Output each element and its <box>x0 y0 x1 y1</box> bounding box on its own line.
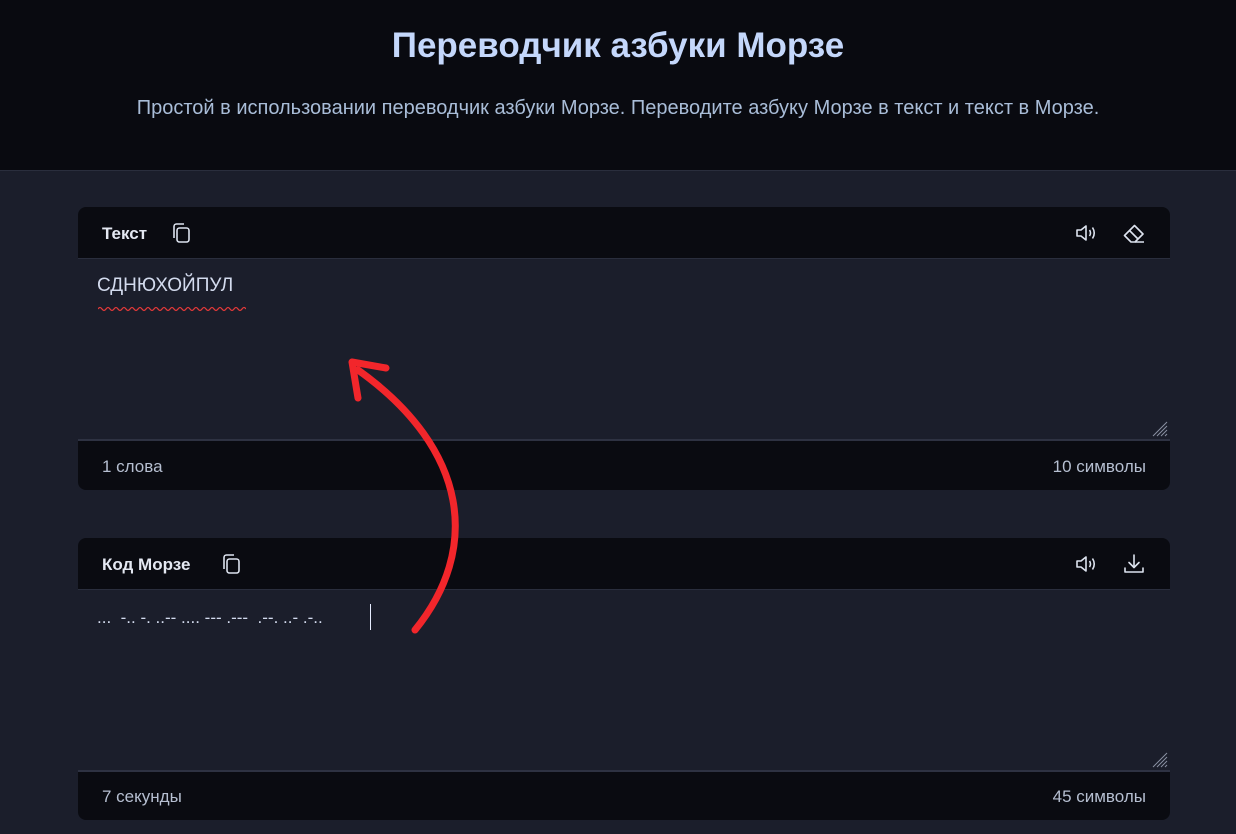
eraser-icon[interactable] <box>1121 220 1147 246</box>
word-count: 1 слова <box>102 457 163 476</box>
char-count: 45 символы <box>1052 787 1146 806</box>
morse-input[interactable] <box>78 590 1170 770</box>
spellcheck-underline <box>98 306 246 312</box>
text-input-area <box>78 259 1170 441</box>
text-panel: Текст СДНЮХОЙПУЛ 1 слова 10 символы <box>78 207 1170 490</box>
copy-icon[interactable] <box>168 220 194 246</box>
speaker-icon[interactable] <box>1073 551 1099 577</box>
morse-input-area <box>78 590 1170 772</box>
resize-handle[interactable] <box>1148 748 1168 768</box>
text-panel-footer: 1 слова 10 символы <box>78 441 1170 490</box>
page-title: Переводчик азбуки Морзе <box>391 26 845 65</box>
duration: 7 секунды <box>102 787 182 806</box>
page-subtitle: Простой в использовании переводчик азбук… <box>136 97 1100 119</box>
speaker-icon[interactable] <box>1073 220 1099 246</box>
morse-panel-title: Код Морзе <box>102 555 191 574</box>
morse-panel-header: Код Морзе <box>78 538 1170 590</box>
annotation-arrow <box>348 358 459 634</box>
download-icon[interactable] <box>1121 551 1147 577</box>
morse-panel-footer: 7 секунды 45 символы <box>78 771 1170 820</box>
text-panel-header: Текст <box>78 207 1170 259</box>
resize-handle[interactable] <box>1148 417 1168 437</box>
page-header: Переводчик азбуки Морзе Простой в исполь… <box>0 0 1236 171</box>
copy-icon[interactable] <box>218 551 244 577</box>
char-count: 10 символы <box>1052 457 1146 476</box>
morse-panel: Код Морзе 7 секунд <box>78 538 1170 820</box>
text-input[interactable] <box>78 259 1170 439</box>
text-panel-title: Текст <box>102 224 148 243</box>
